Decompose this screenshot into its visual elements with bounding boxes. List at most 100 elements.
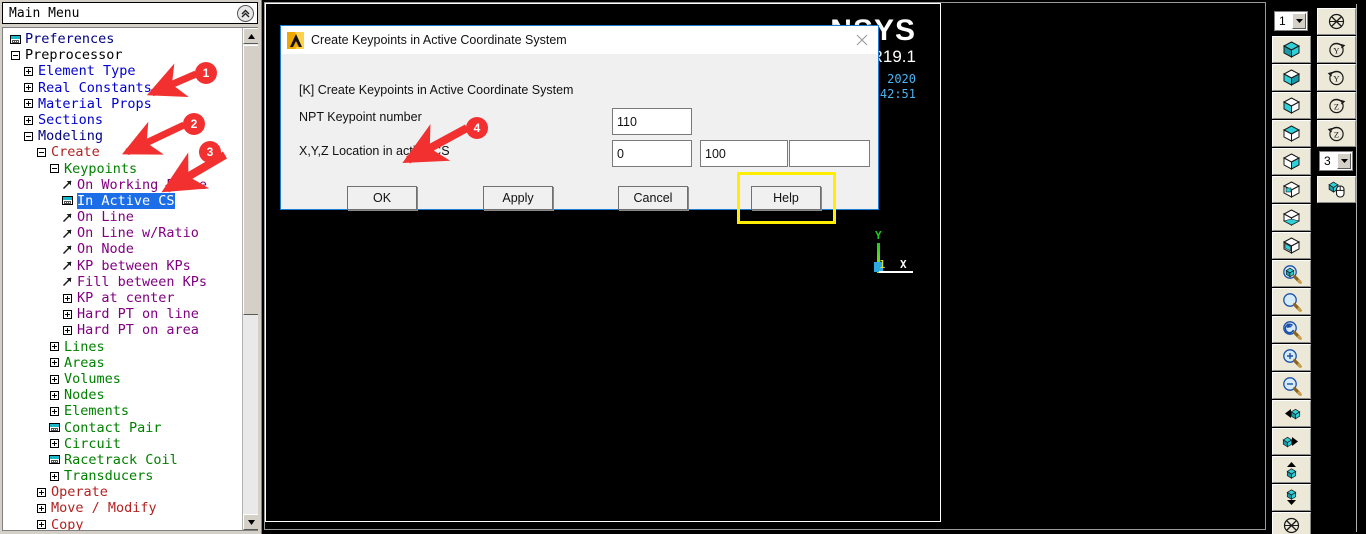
z-coordinate-input[interactable] <box>789 140 870 167</box>
tree-item-material-props[interactable]: Material Props <box>3 96 243 112</box>
rotate-y-minus-icon[interactable]: Y <box>1317 64 1356 91</box>
dialog-titlebar[interactable]: Create Keypoints in Active Coordinate Sy… <box>281 26 878 54</box>
tree-item-preferences[interactable]: Preferences <box>3 31 243 47</box>
chevron-double-up-icon[interactable] <box>237 5 254 22</box>
scroll-thumb[interactable] <box>243 45 258 315</box>
close-icon[interactable] <box>852 30 872 50</box>
back-magnifier-icon[interactable] <box>1272 316 1311 343</box>
cancel-button[interactable]: Cancel <box>618 186 688 210</box>
tree-item-copy[interactable]: Copy <box>3 516 243 531</box>
tree-item-elements[interactable]: Elements <box>3 403 243 419</box>
iso-cube-icon[interactable] <box>1272 36 1311 63</box>
picking-arrow-icon <box>61 243 74 256</box>
rotate-z-minus-icon[interactable]: Z <box>1317 120 1356 147</box>
tree-item-on-line-w-ratio[interactable]: On Line w/Ratio <box>3 225 243 241</box>
left-cube-icon[interactable] <box>1272 232 1311 259</box>
view-number-combo[interactable]: 3 <box>1319 151 1353 171</box>
window-number-combo-value: 1 <box>1279 14 1286 28</box>
dialog-title: Create Keypoints in Active Coordinate Sy… <box>311 33 567 47</box>
right-cube-icon[interactable] <box>1272 148 1311 175</box>
pan-up-icon[interactable] <box>1272 456 1311 483</box>
tree-item-circuit[interactable]: Circuit <box>3 436 243 452</box>
magnifier-icon[interactable] <box>1272 288 1311 315</box>
coordinate-triad: Y 1 X <box>871 229 931 277</box>
tree-item-hard-pt-on-area[interactable]: Hard PT on area <box>3 322 243 338</box>
triad-number-label: 1 <box>879 258 886 271</box>
tree-item-label: Racetrack Coil <box>64 451 178 468</box>
x-coordinate-input[interactable] <box>612 140 692 167</box>
tree-item-label: On Line <box>77 209 134 226</box>
tree-item-label: On Node <box>77 241 134 258</box>
dialog-body: [K] Create Keypoints in Active Coordinat… <box>281 54 878 224</box>
tree-item-racetrack-coil[interactable]: Racetrack Coil <box>3 452 243 468</box>
tree-item-volumes[interactable]: Volumes <box>3 371 243 387</box>
apply-button[interactable]: Apply <box>483 186 553 210</box>
tree-item-label: Keypoints <box>64 160 138 177</box>
scroll-up-button[interactable] <box>243 28 258 44</box>
pan-right-icon[interactable] <box>1272 428 1311 455</box>
y-coordinate-input[interactable] <box>700 140 788 167</box>
tree-item-transducers[interactable]: Transducers <box>3 468 243 484</box>
keypoint-number-input[interactable] <box>612 108 692 135</box>
tree-scrollbar[interactable] <box>242 28 258 530</box>
tree-item-label: On Line w/Ratio <box>77 225 199 242</box>
tree-item-label: Circuit <box>64 435 121 452</box>
chevron-down-icon[interactable] <box>1337 153 1351 169</box>
tree-item-move-modify[interactable]: Move / Modify <box>3 500 243 516</box>
tree-item-lines[interactable]: Lines <box>3 339 243 355</box>
keypoint-number-label: NPT Keypoint number <box>299 110 422 124</box>
tree-item-label: Areas <box>64 354 105 371</box>
expand-plus-icon <box>48 437 61 450</box>
bottom-cube-icon[interactable] <box>1272 204 1311 231</box>
expand-plus-icon <box>22 114 35 127</box>
tree-item-operate[interactable]: Operate <box>3 484 243 500</box>
rotate-y-plus-icon[interactable]: Y <box>1317 36 1356 63</box>
dialog-box-icon <box>48 421 61 434</box>
rotate-z-plus-icon[interactable]: Z <box>1317 92 1356 119</box>
zoom-in-icon[interactable] <box>1272 344 1311 371</box>
triad-x-axis <box>879 271 913 273</box>
tree-item-preprocessor[interactable]: Preprocessor <box>3 47 243 63</box>
back-cube-icon[interactable] <box>1272 176 1311 203</box>
tree-item-keypoints[interactable]: Keypoints <box>3 161 243 177</box>
toolbar-divider <box>1356 4 1357 532</box>
oblique-cube-icon[interactable] <box>1272 64 1311 91</box>
tree-item-areas[interactable]: Areas <box>3 355 243 371</box>
tree-item-kp-at-center[interactable]: KP at center <box>3 290 243 306</box>
front-cube-icon[interactable] <box>1272 92 1311 119</box>
tree-item-element-type[interactable]: Element Type <box>3 63 243 79</box>
main-menu-panel: Main Menu Preferences Preprocessor Element… <box>0 0 262 534</box>
fit-magnifier-icon[interactable] <box>1272 260 1311 287</box>
expand-plus-icon <box>35 518 48 530</box>
tree-item-contact-pair[interactable]: Contact Pair <box>3 420 243 436</box>
tree-item-nodes[interactable]: Nodes <box>3 387 243 403</box>
window-number-combo[interactable]: 1 <box>1274 11 1308 31</box>
tree-item-label: In Active CS <box>77 192 175 210</box>
tree-item-create[interactable]: Create <box>3 144 243 160</box>
tree-item-real-constants[interactable]: Real Constants <box>3 80 243 96</box>
tree-item-modeling[interactable]: Modeling <box>3 128 243 144</box>
tree-item-fill-between-kps[interactable]: Fill between KPs <box>3 274 243 290</box>
top-cube-icon[interactable] <box>1272 120 1311 147</box>
chevron-down-icon[interactable] <box>1292 13 1306 29</box>
ok-button[interactable]: OK <box>347 186 417 210</box>
tree-item-sections[interactable]: Sections <box>3 112 243 128</box>
tree-item-kp-between-kps[interactable]: KP between KPs <box>3 258 243 274</box>
tree-item-label: Copy <box>51 516 84 531</box>
tree-item-in-active-cs[interactable]: In Active CS <box>3 192 243 210</box>
reset-view-icon[interactable] <box>1272 512 1311 534</box>
tree-item-on-working-plane[interactable]: On Working Plane <box>3 177 243 193</box>
tree-item-label: Hard PT on area <box>77 322 199 339</box>
scroll-down-button[interactable] <box>243 514 258 530</box>
pan-down-icon[interactable] <box>1272 484 1311 511</box>
zoom-out-icon[interactable] <box>1272 372 1311 399</box>
raise-hidden-icon[interactable] <box>1317 8 1356 35</box>
tree-item-hard-pt-on-line[interactable]: Hard PT on line <box>3 306 243 322</box>
tree-item-label: Nodes <box>64 387 105 404</box>
tree-item-on-node[interactable]: On Node <box>3 241 243 257</box>
pan-left-icon[interactable] <box>1272 400 1311 427</box>
tree-item-label: Transducers <box>64 468 154 485</box>
mouse-cube-icon[interactable] <box>1317 176 1356 203</box>
help-button[interactable]: Help <box>751 186 821 210</box>
tree-item-on-line[interactable]: On Line <box>3 209 243 225</box>
